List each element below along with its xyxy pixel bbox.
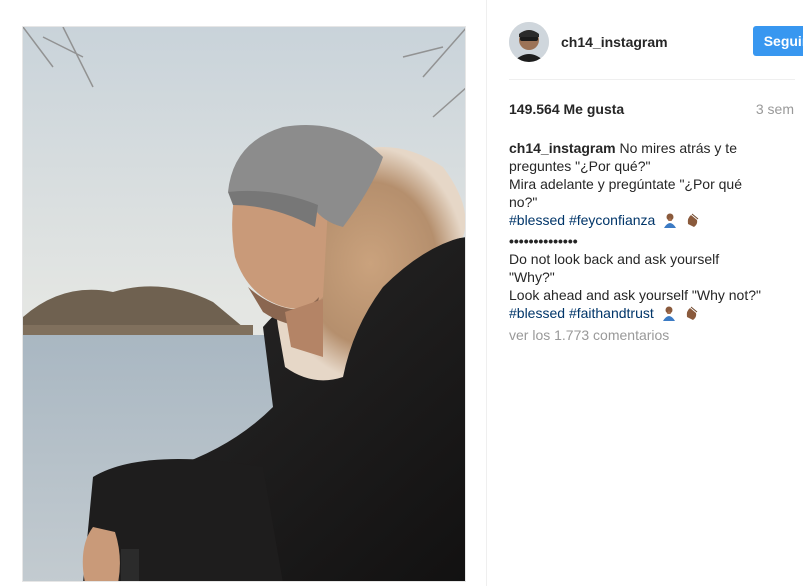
user-avatar[interactable] bbox=[509, 22, 549, 62]
caption-hashtags: #blessed #feyconfianza bbox=[509, 211, 789, 232]
person-praying-emoji-icon bbox=[662, 212, 678, 232]
hashtag-link[interactable]: #faithandtrust bbox=[569, 305, 654, 321]
caption-text: No mires atrás y te bbox=[619, 140, 737, 156]
post-sidebar: ch14_instagram Seguir 149.564 Me gusta 3… bbox=[486, 0, 803, 586]
caption-separator: •••••••••••••• bbox=[509, 233, 578, 249]
follow-button[interactable]: Seguir bbox=[753, 26, 803, 56]
caption-hashtags: #blessed #faithandtrust bbox=[509, 304, 789, 325]
photo-column bbox=[0, 0, 486, 586]
caption-line: "Why?" bbox=[509, 269, 555, 285]
post-image bbox=[23, 27, 465, 581]
caption-line: Do not look back and ask yourself bbox=[509, 251, 720, 267]
caption-line: no?" bbox=[509, 194, 538, 210]
post-modal: ch14_instagram Seguir 149.564 Me gusta 3… bbox=[0, 0, 803, 586]
username-link[interactable]: ch14_instagram bbox=[561, 34, 668, 50]
post-photo[interactable] bbox=[22, 26, 466, 582]
likes-count[interactable]: 149.564 Me gusta bbox=[509, 101, 624, 117]
person-praying-emoji-icon bbox=[661, 305, 677, 325]
hashtag-link[interactable]: #feyconfianza bbox=[569, 212, 655, 228]
caption-line: preguntes "¿Por qué?" bbox=[509, 158, 651, 174]
hashtag-link[interactable]: #blessed bbox=[509, 212, 565, 228]
clapping-hand-emoji-icon bbox=[685, 212, 701, 232]
caption-username[interactable]: ch14_instagram bbox=[509, 140, 616, 156]
caption-line: Mira adelante y pregúntate "¿Por qué bbox=[509, 176, 742, 192]
caption-line: Look ahead and ask yourself "Why not?" bbox=[509, 287, 761, 303]
caption: ch14_instagram No mires atrás y te pregu… bbox=[509, 139, 789, 325]
post-age[interactable]: 3 sem bbox=[756, 101, 794, 117]
avatar-image bbox=[509, 22, 549, 62]
hashtag-link[interactable]: #blessed bbox=[509, 305, 565, 321]
view-comments-link[interactable]: ver los 1.773 comentarios bbox=[509, 327, 669, 343]
caption-line: ch14_instagram No mires atrás y te bbox=[509, 139, 789, 157]
post-header: ch14_instagram Seguir bbox=[509, 20, 803, 80]
clapping-hand-emoji-icon bbox=[684, 305, 700, 325]
